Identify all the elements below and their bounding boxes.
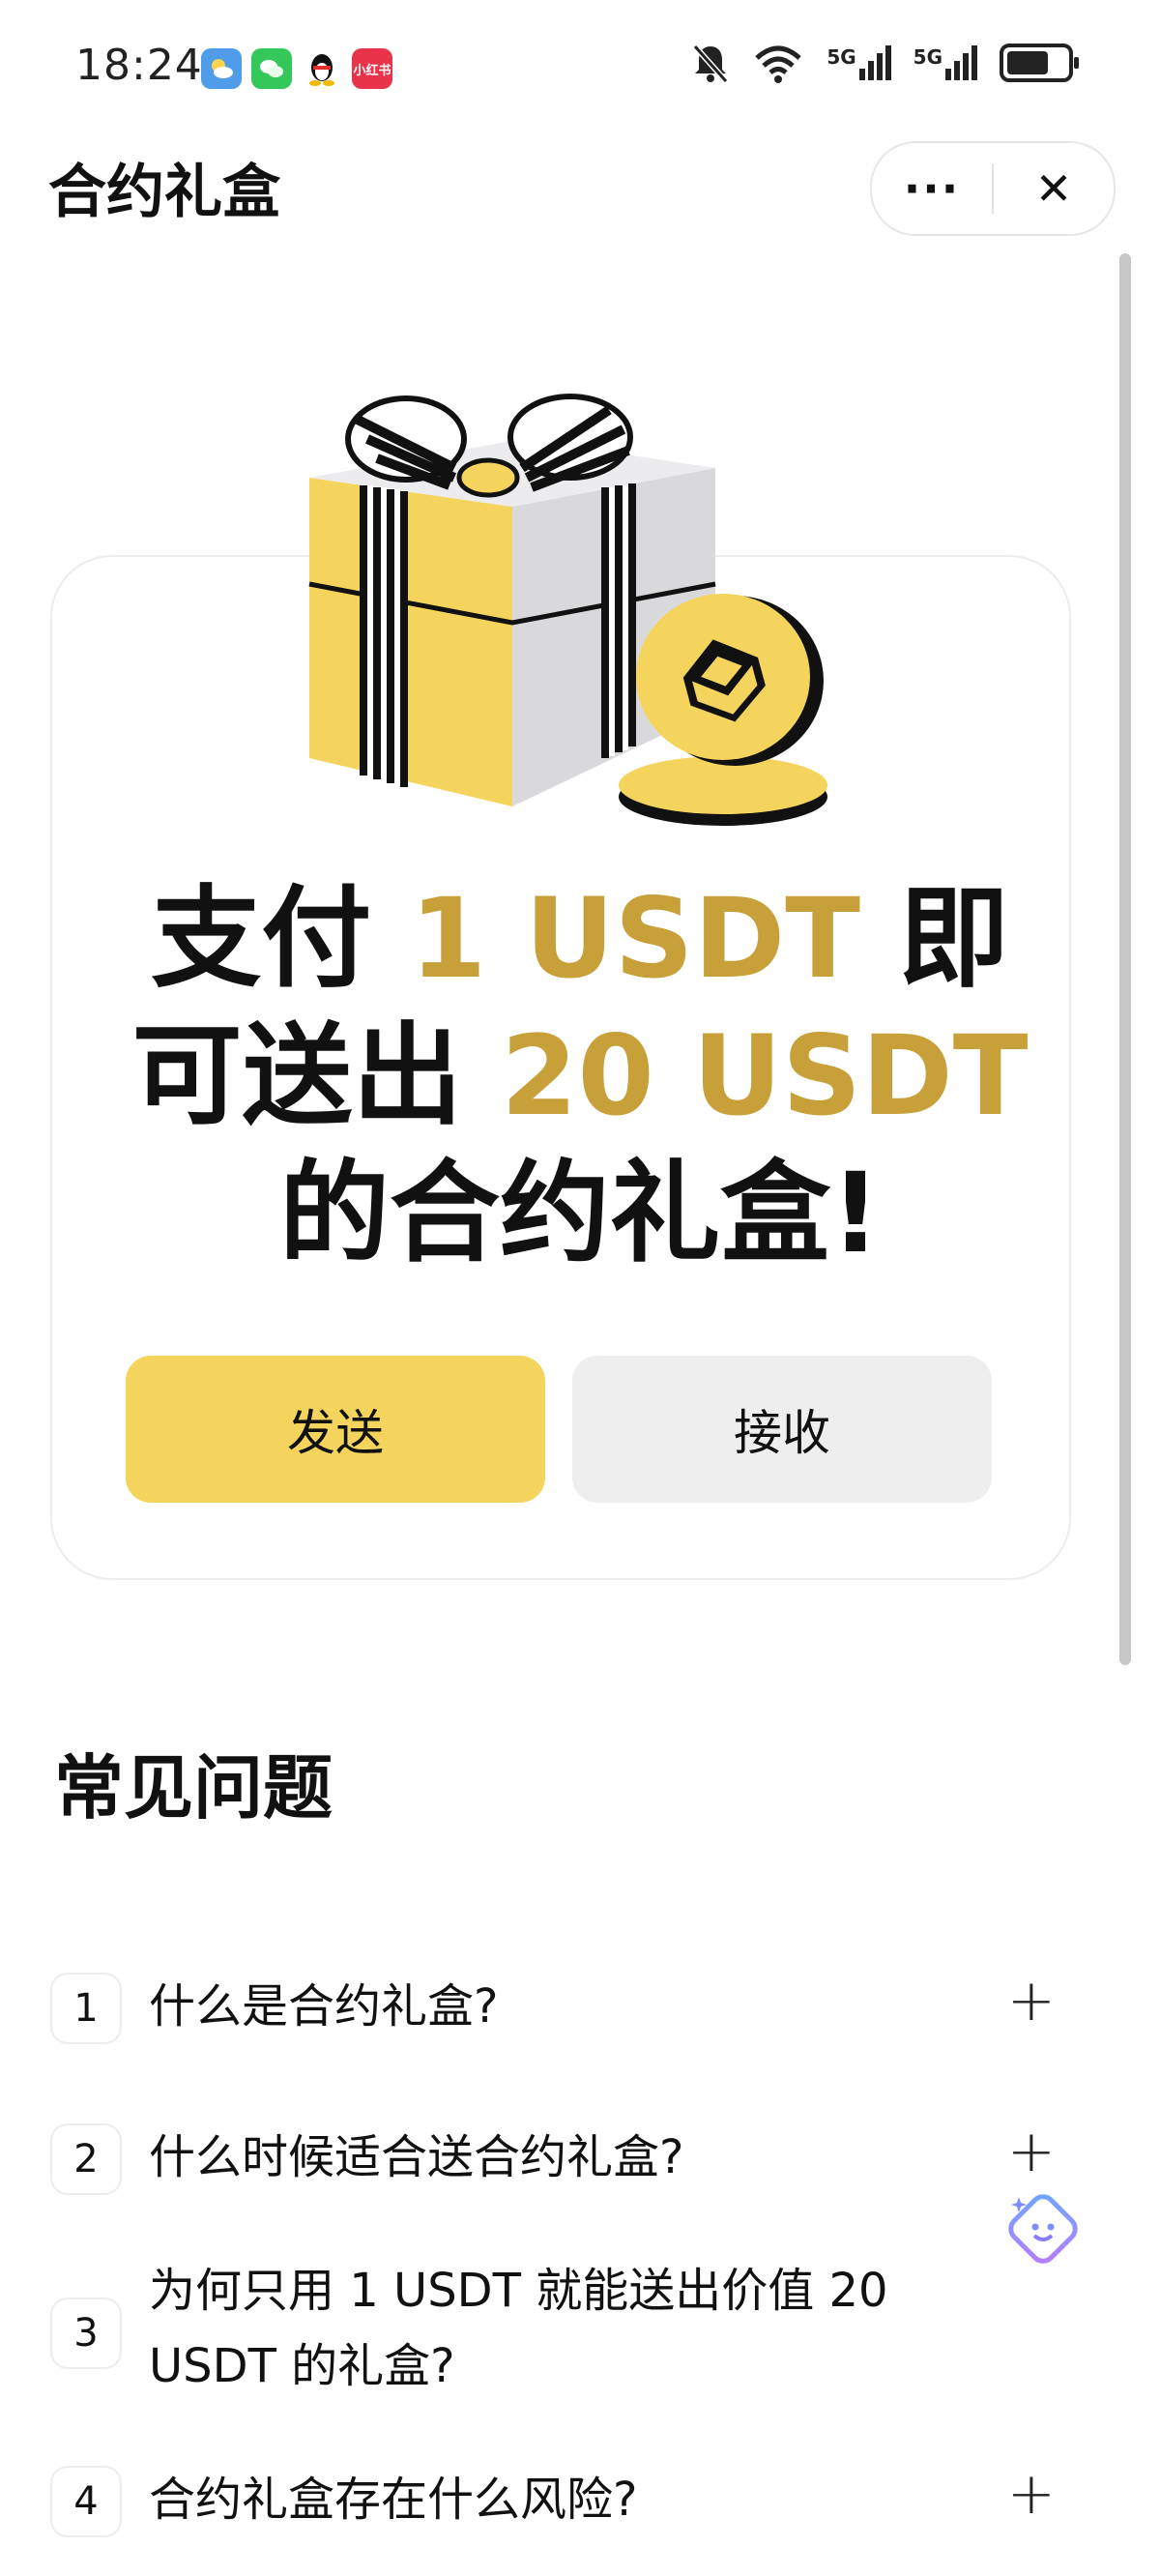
faq-question: 合约礼盒存在什么风险? [149, 2473, 638, 2527]
status-time: 18:24 [75, 41, 203, 90]
amount-gift: 20 USDT [501, 1011, 1029, 1140]
faq-question: 什么时候适合送合约礼盒? [149, 2130, 684, 2184]
signal-1: 5G [826, 45, 891, 80]
promo-headline: 支付 1 USDT 即 可送出 20 USDT 的合约礼盒! [97, 870, 1063, 1282]
qq-penguin-icon [302, 48, 342, 89]
faq-number: 3 [50, 2298, 122, 2369]
status-app-icons: 小红书 [201, 48, 392, 89]
gift-box-illustration [308, 394, 827, 826]
battery-icon [1000, 44, 1079, 82]
send-button[interactable]: 发送 [126, 1356, 545, 1503]
faq-question: 什么是合约礼盒? [149, 1979, 499, 2034]
signal-2: 5G [914, 45, 978, 80]
faq-number: 1 [50, 1973, 122, 2044]
expand-plus-icon[interactable]: + [1007, 2118, 1056, 2185]
network-label-2: 5G [913, 45, 942, 69]
assistant-bot-icon[interactable] [1007, 2191, 1081, 2265]
xiaohongshu-label: 小红书 [353, 63, 392, 78]
faq-item-2[interactable]: 2 什么时候适合送合约礼盒? + [50, 2118, 1056, 2210]
more-button[interactable]: ··· [872, 143, 992, 234]
faq-title: 常见问题 [54, 1747, 334, 1829]
amount-pay: 1 USDT [409, 874, 861, 1003]
status-indicators: 5G 5G [691, 43, 1079, 83]
faq-number: 2 [50, 2123, 122, 2195]
close-icon: ✕ [1034, 162, 1073, 215]
wechat-icon [251, 48, 292, 89]
wifi-icon [755, 45, 801, 83]
network-label-1: 5G [826, 45, 856, 69]
headline-line-2: 可送出 20 USDT [131, 1011, 1029, 1140]
close-button[interactable]: ✕ [994, 143, 1114, 234]
receive-button[interactable]: 接收 [572, 1356, 992, 1503]
faq-item-3[interactable]: 3 为何只用 1 USDT 就能送出价值 20 USDT 的礼盒? + [50, 2253, 1056, 2417]
headline-line-1: 支付 1 USDT 即 [151, 874, 1009, 1003]
headline-line-3: 的合约礼盒! [279, 1149, 881, 1277]
weather-icon [201, 48, 242, 89]
scrollbar[interactable] [1119, 253, 1131, 1665]
faq-question: 为何只用 1 USDT 就能送出价值 20 USDT 的礼盒? [149, 2264, 888, 2393]
faq-item-1[interactable]: 1 什么是合约礼盒? + [50, 1967, 1056, 2060]
faq-number: 4 [50, 2466, 122, 2537]
expand-plus-icon[interactable]: + [1007, 1967, 1056, 2034]
more-icon: ··· [903, 162, 961, 215]
mute-bell-icon [693, 44, 729, 83]
xiaohongshu-icon: 小红书 [352, 48, 392, 89]
signal-bars-icon [858, 45, 891, 80]
mini-program-capsule: ··· ✕ [870, 141, 1116, 236]
signal-bars-icon [945, 45, 977, 80]
page-title: 合约礼盒 [48, 159, 280, 226]
expand-plus-icon[interactable]: + [1007, 2460, 1056, 2528]
faq-item-4[interactable]: 4 合约礼盒存在什么风险? + [50, 2460, 1056, 2553]
